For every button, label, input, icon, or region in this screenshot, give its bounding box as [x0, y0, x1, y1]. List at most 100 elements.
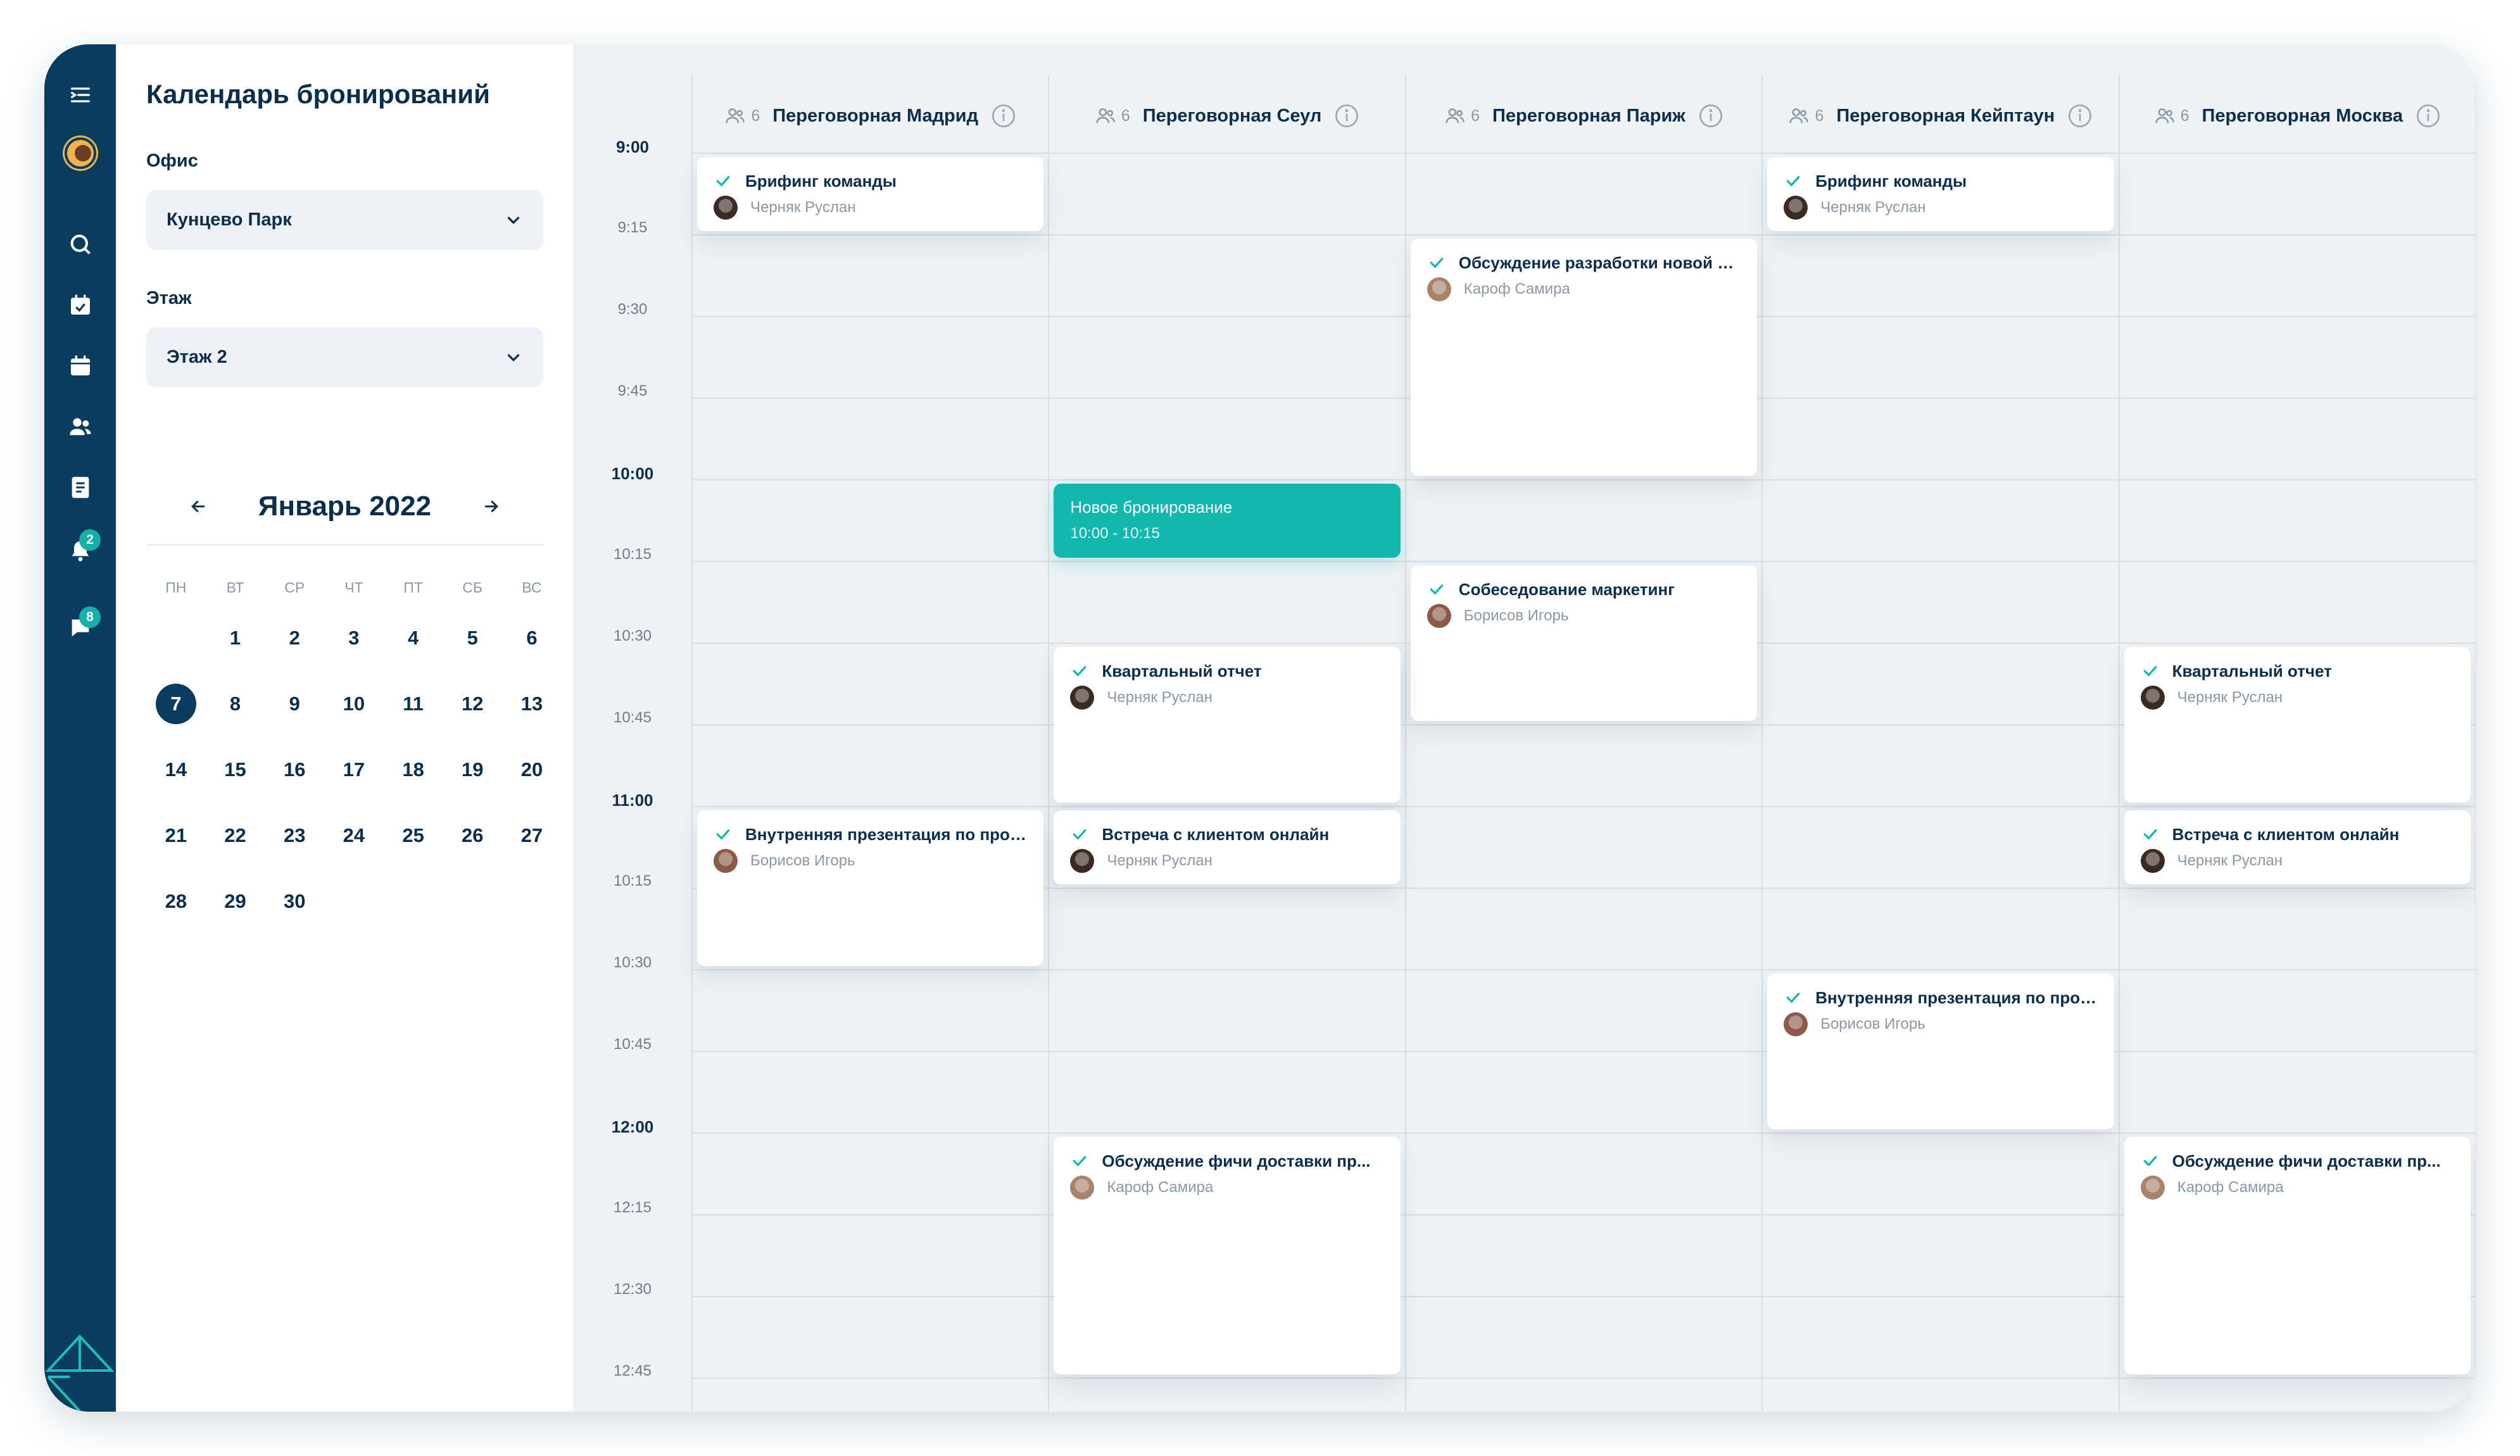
check-icon	[716, 829, 730, 840]
organizer-name: Кароф Самира	[1107, 1179, 1214, 1196]
time-label: 9:00	[615, 137, 650, 156]
search-icon[interactable]	[44, 219, 116, 270]
calendar-day[interactable]: 6	[502, 627, 562, 693]
day-number: 2	[289, 627, 300, 649]
calendar-day[interactable]: 10	[324, 693, 384, 758]
room-header[interactable]: 6 Переговорная Париж	[1406, 100, 1762, 132]
calendar-day[interactable]: 1	[206, 627, 265, 693]
booking-title: Обсуждение фичи доставки пр...	[1102, 1151, 1371, 1170]
booking-card[interactable]: Встреча с клиентом онлайн Черняк Руслан	[2124, 810, 2471, 884]
booking-title: Брифинг команды	[745, 171, 897, 191]
users-icon[interactable]	[44, 401, 116, 452]
room-header[interactable]: 6 Переговорная Сеул	[1049, 100, 1405, 132]
calendar-day[interactable]: 4	[384, 627, 443, 693]
calendar-day[interactable]: 28	[146, 890, 206, 956]
day-number: 18	[402, 758, 424, 781]
info-icon[interactable]	[1698, 103, 1723, 129]
office-select[interactable]: Кунцево Парк	[146, 190, 543, 250]
arrow-right-icon	[484, 501, 498, 512]
organizer-name: Черняк Руслан	[1820, 199, 1926, 216]
calendar-day[interactable]: 3	[324, 627, 384, 693]
booking-title: Встреча с клиентом онлайн	[1102, 824, 1330, 844]
calendar-day[interactable]: 8	[206, 693, 265, 758]
organizer-name: Черняк Руслан	[1107, 689, 1213, 706]
chat-icon[interactable]: 8	[44, 603, 116, 653]
room-header[interactable]: 6 Переговорная Мадрид	[692, 100, 1049, 132]
calendar-day[interactable]: 17	[324, 758, 384, 824]
calendar-day[interactable]: 19	[443, 758, 502, 824]
people-icon	[1789, 108, 1809, 123]
booking-card[interactable]: Квартальный отчет Черняк Руслан	[1054, 647, 1401, 803]
floor-select[interactable]: Этаж 2	[146, 327, 543, 387]
calendar-icon[interactable]	[44, 341, 116, 391]
room-header[interactable]: 6 Переговорная Кейптаун	[1762, 100, 2119, 132]
booking-title: Квартальный отчет	[1102, 661, 1262, 681]
prev-month-button[interactable]	[182, 491, 214, 522]
organizer-name: Черняк Руслан	[2177, 689, 2283, 706]
room-header[interactable]: 6 Переговорная Москва	[2119, 100, 2476, 132]
room-capacity: 6	[2180, 106, 2189, 125]
check-icon	[716, 176, 730, 187]
calendar-day[interactable]: 22	[206, 824, 265, 890]
day-number: 22	[224, 824, 246, 846]
organizer-avatar	[1784, 196, 1808, 220]
brand-logo	[44, 1333, 116, 1412]
arrow-left-icon	[191, 501, 205, 512]
menu-icon[interactable]	[44, 70, 116, 120]
calendar-day[interactable]: 16	[265, 758, 324, 824]
booking-card[interactable]: Квартальный отчет Черняк Руслан	[2124, 647, 2471, 803]
calendar-check-icon[interactable]	[44, 280, 116, 330]
calendar-day[interactable]: 18	[384, 758, 443, 824]
booking-card[interactable]: Брифинг команды Черняк Руслан	[1767, 157, 2114, 231]
calendar-day[interactable]: 11	[384, 693, 443, 758]
bell-icon[interactable]: 2	[44, 525, 116, 576]
calendar-day[interactable]: 29	[206, 890, 265, 956]
calendar-day[interactable]: 21	[146, 824, 206, 890]
day-number: 24	[343, 824, 365, 846]
organizer-name: Борисов Игорь	[750, 852, 855, 869]
calendar-day[interactable]: 23	[265, 824, 324, 890]
calendar-day[interactable]: 24	[324, 824, 384, 890]
booking-card[interactable]: Обсуждение фичи доставки пр... Кароф Сами…	[2124, 1137, 2471, 1374]
page-title: Календарь бронирований	[146, 79, 490, 109]
day-number: 13	[520, 693, 543, 715]
next-month-button[interactable]	[476, 491, 507, 522]
booking-card[interactable]: Внутренняя презентация по прое... Борисов…	[1767, 974, 2114, 1129]
time-label: 9:30	[617, 301, 648, 318]
booking-title: Встреча с клиентом онлайн	[2172, 824, 2400, 844]
booking-card[interactable]: Внутренняя презентация по прое... Борисов…	[697, 810, 1044, 966]
organizer-name: Кароф Самира	[2177, 1179, 2284, 1196]
calendar-day[interactable]: 30	[265, 890, 324, 956]
calendar-day[interactable]: 14	[146, 758, 206, 824]
calendar-day[interactable]: 9	[265, 693, 324, 758]
calendar-day[interactable]: 13	[502, 693, 562, 758]
time-gridline	[692, 234, 2476, 235]
booking-card[interactable]: Брифинг команды Черняк Руслан	[697, 157, 1044, 231]
info-icon[interactable]	[2416, 103, 2441, 129]
calendar-day[interactable]: 27	[502, 824, 562, 890]
info-icon[interactable]	[2067, 103, 2093, 129]
calendar-day[interactable]: 2	[265, 627, 324, 693]
calendar-day[interactable]: 5	[443, 627, 502, 693]
calendar-day[interactable]: 25	[384, 824, 443, 890]
day-number: 26	[462, 824, 484, 846]
day-number: 29	[224, 890, 246, 912]
calendar-day[interactable]: 26	[443, 824, 502, 890]
day-number	[156, 618, 196, 658]
info-icon[interactable]	[991, 103, 1016, 129]
calendar-day[interactable]: 15	[206, 758, 265, 824]
booking-card[interactable]: Обсуждение разработки новой ф... Кароф Са…	[1410, 239, 1758, 476]
user-avatar[interactable]	[44, 128, 116, 179]
people-icon	[1446, 108, 1465, 123]
calendar-day[interactable]: 12	[443, 693, 502, 758]
info-icon[interactable]	[1334, 103, 1359, 129]
document-icon[interactable]	[44, 462, 116, 513]
people-icon	[726, 108, 745, 123]
new-booking-card[interactable]: Новое бронирование 10:00 - 10:15	[1054, 484, 1401, 558]
calendar-day[interactable]: 7	[146, 684, 206, 758]
booking-card[interactable]: Встреча с клиентом онлайн Черняк Руслан	[1054, 810, 1401, 884]
calendar-day[interactable]: 20	[502, 758, 562, 824]
booking-card[interactable]: Обсуждение фичи доставки пр... Кароф Сами…	[1054, 1137, 1401, 1374]
booking-card[interactable]: Собеседование маркетинг Борисов Игорь	[1410, 565, 1758, 721]
column-divider	[691, 75, 693, 1412]
